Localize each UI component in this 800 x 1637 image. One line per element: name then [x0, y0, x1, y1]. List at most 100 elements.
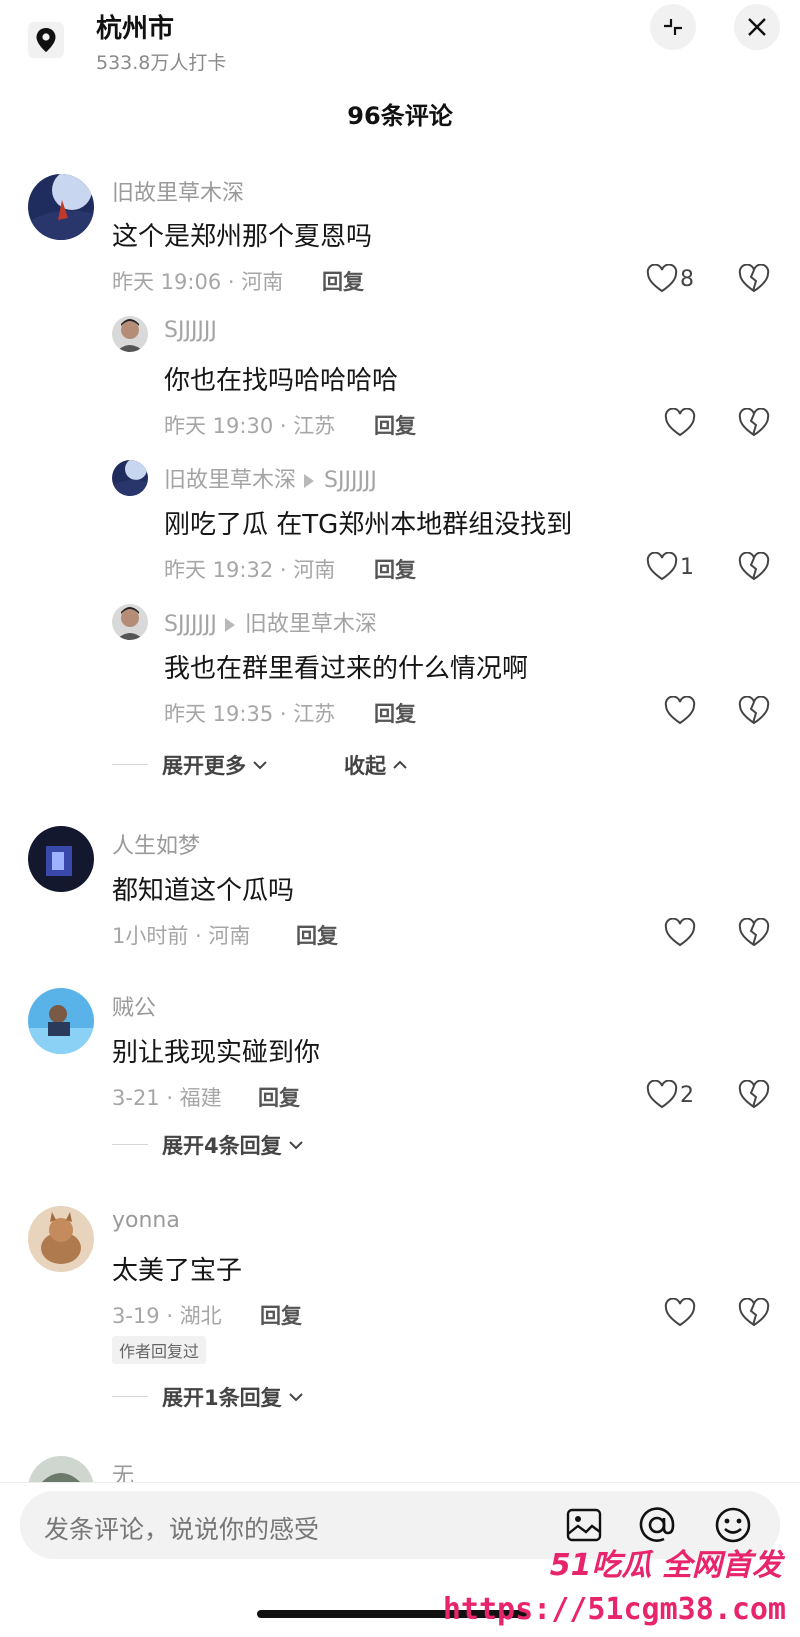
heart-icon [664, 1297, 696, 1327]
broken-heart-icon [738, 551, 770, 581]
reply-target-username[interactable]: 旧故里草木深 [245, 612, 377, 637]
like-count: 1 [680, 554, 694, 580]
avatar-image [28, 826, 94, 892]
avatar-image [112, 604, 148, 640]
watermark-line2: https://51cgm38.com [442, 1592, 786, 1627]
checkin-count: 533.8万人打卡 [96, 52, 227, 74]
reply-time-location: 昨天 19:32 · 河南 [164, 558, 336, 582]
comment-username[interactable]: yonna [112, 1208, 180, 1233]
expand-replies-button[interactable]: 展开1条回复 [162, 1382, 304, 1412]
broken-heart-icon [738, 407, 770, 437]
dislike-button[interactable] [738, 551, 770, 586]
like-button[interactable]: 2 [646, 1080, 694, 1110]
location-icon-box[interactable] [28, 22, 64, 58]
comment-text: 别让我现实碰到你 [112, 1038, 321, 1068]
avatar[interactable] [112, 460, 148, 496]
reply-text: 刚吃了瓜 在TG郑州本地群组没找到 [164, 510, 573, 540]
like-button[interactable]: 8 [646, 264, 694, 294]
reply-button[interactable]: 回复 [374, 698, 416, 728]
reply-username[interactable]: SJJJJJJ [164, 318, 217, 343]
dislike-button[interactable] [738, 407, 770, 442]
like-button[interactable] [664, 1297, 696, 1332]
collapse-label: 收起 [344, 754, 386, 778]
reply-button[interactable]: 回复 [322, 266, 364, 296]
comment-input-placeholder[interactable]: 发条评论，说说你的感受 [44, 1510, 319, 1546]
minimize-icon [664, 19, 682, 35]
like-button[interactable] [664, 917, 696, 952]
avatar[interactable] [28, 174, 94, 240]
like-button[interactable] [664, 695, 696, 730]
close-icon [748, 18, 766, 36]
divider [112, 764, 148, 765]
heart-icon [664, 917, 696, 947]
like-button[interactable]: 1 [646, 552, 694, 582]
comment-username[interactable]: 贼公 [112, 990, 156, 1022]
reply-button[interactable]: 回复 [260, 1300, 302, 1330]
heart-icon [664, 407, 696, 437]
expand-replies-label: 展开1条回复 [162, 1386, 282, 1410]
collapse-button[interactable]: 收起 [344, 750, 408, 780]
reply-username[interactable]: 旧故里草木深 [164, 468, 296, 493]
broken-heart-icon [738, 917, 770, 947]
comment-text: 这个是郑州那个夏恩吗 [112, 222, 373, 252]
reply-time-location: 昨天 19:35 · 江苏 [164, 702, 336, 726]
watermark-line1: 51吃瓜 全网首发 [549, 1548, 782, 1583]
comment-username[interactable]: 旧故里草木深 [112, 175, 244, 207]
avatar[interactable] [28, 826, 94, 892]
comment-count-title: 96条评论 [347, 102, 453, 130]
like-count: 2 [680, 1082, 694, 1108]
like-button[interactable] [664, 407, 696, 442]
dislike-button[interactable] [738, 1079, 770, 1114]
avatar-image [28, 1206, 94, 1272]
reply-button[interactable]: 回复 [296, 920, 338, 950]
dislike-button[interactable] [738, 1297, 770, 1332]
comment-time-location: 3-21 · 福建 [112, 1086, 222, 1110]
reply-to-line: 旧故里草木深 SJJJJJJ [164, 462, 377, 494]
comment-username[interactable]: 人生如梦 [112, 828, 200, 860]
reply-button[interactable]: 回复 [374, 554, 416, 584]
heart-icon [664, 695, 696, 725]
reply-to-line: SJJJJJJ 旧故里草木深 [164, 606, 377, 638]
avatar-image [28, 988, 94, 1054]
at-sign-icon [639, 1507, 675, 1542]
minimize-button[interactable] [650, 4, 696, 50]
comment-text: 太美了宝子 [112, 1256, 243, 1286]
reply-button[interactable]: 回复 [258, 1082, 300, 1112]
chevron-up-icon [393, 760, 407, 769]
avatar[interactable] [28, 1206, 94, 1272]
reply-arrow-icon [224, 618, 235, 632]
reply-text: 你也在找吗哈哈哈哈 [164, 366, 399, 396]
broken-heart-icon [738, 1297, 770, 1327]
expand-more-button[interactable]: 展开更多 [162, 750, 268, 780]
location-name[interactable]: 杭州市 [96, 8, 174, 45]
avatar[interactable] [112, 316, 148, 352]
comment-text: 都知道这个瓜吗 [112, 876, 295, 906]
avatar-image [112, 460, 148, 496]
chevron-down-icon [253, 761, 267, 770]
expand-replies-button[interactable]: 展开4条回复 [162, 1130, 304, 1160]
avatar[interactable] [28, 988, 94, 1054]
reply-username[interactable]: SJJJJJJ [164, 612, 217, 637]
reply-text: 我也在群里看过来的什么情况啊 [164, 654, 529, 684]
emoji-icon [715, 1507, 751, 1543]
location-pin-icon [36, 28, 56, 52]
comment-time-location: 3-19 · 湖北 [112, 1304, 222, 1328]
expand-replies-label: 展开4条回复 [162, 1134, 282, 1158]
avatar[interactable] [112, 604, 148, 640]
image-icon [566, 1508, 602, 1542]
broken-heart-icon [738, 263, 770, 293]
dislike-button[interactable] [738, 917, 770, 952]
divider [112, 1144, 148, 1145]
comment-time-location: 昨天 19:06 · 河南 [112, 270, 284, 294]
chevron-down-icon [288, 1393, 303, 1402]
broken-heart-icon [738, 695, 770, 725]
dislike-button[interactable] [738, 695, 770, 730]
dislike-button[interactable] [738, 263, 770, 298]
avatar-image [112, 316, 148, 352]
like-count: 8 [680, 266, 694, 292]
close-button[interactable] [734, 4, 780, 50]
reply-target-username[interactable]: SJJJJJJ [324, 468, 377, 493]
heart-icon [646, 264, 678, 293]
reply-button[interactable]: 回复 [374, 410, 416, 440]
divider [112, 1396, 148, 1397]
